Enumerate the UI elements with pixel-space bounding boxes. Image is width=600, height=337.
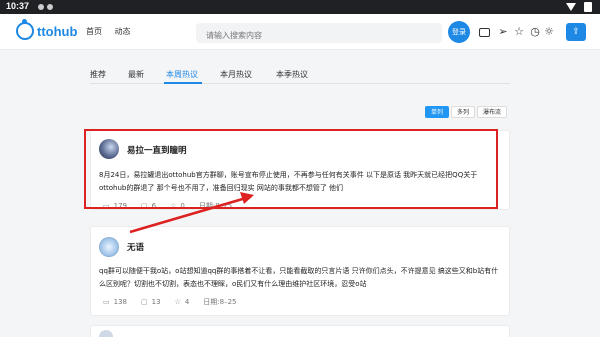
tab-weekly-hot[interactable]: 本周热议	[166, 69, 198, 80]
login-button[interactable]: 登录	[448, 21, 470, 43]
post-card[interactable]	[90, 325, 510, 337]
nav-home[interactable]: 首页	[86, 27, 102, 36]
upload-button[interactable]: ⇪	[566, 23, 586, 41]
tab-seasonal-hot[interactable]: 本季热议	[276, 69, 308, 80]
comment-icon: ▢	[141, 298, 148, 306]
view-single-column[interactable]: 单列	[425, 106, 450, 118]
annotation-highlight-box	[84, 129, 498, 209]
bulb-icon[interactable]: ☼	[543, 26, 555, 38]
send-icon[interactable]: ➢	[497, 26, 509, 38]
views-icon: ▭	[103, 298, 110, 306]
view-waterfall[interactable]: 瀑布流	[477, 106, 508, 118]
avatar[interactable]	[99, 237, 119, 257]
avatar[interactable]	[99, 330, 113, 337]
site-logo[interactable]: ttohub	[16, 19, 78, 40]
post-author[interactable]: 无语	[127, 241, 144, 253]
like-count: 4	[184, 298, 190, 306]
view-count: 138	[113, 298, 127, 306]
view-multi-column[interactable]: 多列	[451, 106, 476, 118]
view-toggle: 单列 多列 瀑布流	[423, 106, 508, 118]
top-header: ttohub 首页 动态 登录 ➢ ☆ ◷ ☼ ⇪	[0, 14, 600, 50]
post-content[interactable]: qq群可以随便干我o站，o站想知道qq群的事搭着不让看，只能看截取的只言片语 只…	[99, 265, 499, 291]
post-card[interactable]: 无语 qq群可以随便干我o站，o站想知道qq群的事搭着不让看，只能看截取的只言片…	[90, 226, 510, 316]
history-icon[interactable]: ◷	[529, 26, 541, 38]
star-icon[interactable]: ☆	[513, 26, 525, 38]
mail-icon[interactable]	[479, 28, 490, 37]
logo-text: ttohub	[37, 23, 78, 39]
search-box	[196, 23, 442, 46]
tab-monthly-hot[interactable]: 本月热议	[220, 69, 252, 80]
post-date: 日期:8–25	[203, 298, 237, 306]
status-time: 10:37	[6, 1, 30, 11]
nav-activity[interactable]: 动态	[115, 27, 131, 36]
comment-count: 13	[151, 298, 161, 306]
upload-icon: ⇪	[572, 27, 580, 37]
tab-latest[interactable]: 最新	[128, 69, 144, 80]
post-meta: ▭ 138 ▢ 13 ☆ 4 日期:8–25	[103, 297, 251, 307]
like-icon[interactable]: ☆	[175, 298, 181, 306]
notification-icon	[38, 4, 44, 10]
wifi-icon	[566, 3, 576, 11]
search-input[interactable]	[196, 25, 442, 46]
accessibility-icon	[16, 19, 34, 40]
active-tab-indicator	[164, 82, 202, 84]
notification-icon	[47, 4, 53, 10]
status-bar: 10:37	[0, 0, 600, 14]
tab-recommended[interactable]: 推荐	[90, 69, 106, 80]
battery-icon	[584, 2, 592, 12]
feed-tabs: 推荐 最新 本周热议 本月热议 本季热议	[90, 66, 510, 84]
main-nav: 首页 动态	[86, 26, 141, 37]
